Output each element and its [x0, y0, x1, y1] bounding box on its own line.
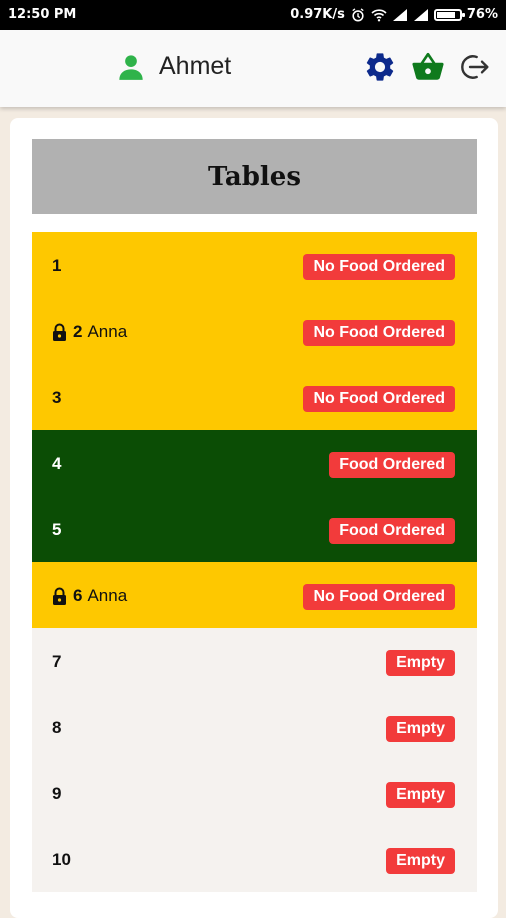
guest-name: Anna [87, 586, 128, 605]
table-label: 8 [52, 718, 61, 738]
table-label: 10 [52, 850, 71, 870]
table-label: 9 [52, 784, 61, 804]
status-bar: 12:50 PM 0.97K/s 76% [0, 0, 506, 30]
table-row[interactable]: 9 Empty [32, 760, 477, 826]
table-row[interactable]: 3 No Food Ordered [32, 364, 477, 430]
table-number: 2 [73, 322, 83, 341]
table-label: 6 Anna [52, 586, 127, 606]
table-label: 2 Anna [52, 322, 127, 342]
lock-icon [53, 587, 66, 605]
table-number: 10 [52, 850, 71, 869]
table-number: 5 [52, 520, 62, 539]
tables-card: Tables 1 No Food Ordered 2 Anna No Food Orde… [10, 118, 498, 918]
table-number: 7 [52, 652, 62, 671]
status-badge: No Food Ordered [303, 320, 455, 346]
app-bar: Ahmet [0, 30, 506, 107]
status-badge: No Food Ordered [303, 584, 455, 610]
status-badge: Empty [386, 782, 455, 808]
wifi-icon [371, 8, 387, 21]
guest-name: Anna [87, 322, 128, 341]
status-badge: Food Ordered [329, 452, 455, 478]
table-row[interactable]: 5 Food Ordered [32, 496, 477, 562]
status-badge: Empty [386, 716, 455, 742]
logout-icon[interactable] [458, 50, 490, 84]
table-row[interactable]: 1 No Food Ordered [32, 232, 477, 298]
network-speed: 0.97K/s [290, 7, 345, 22]
table-number: 8 [52, 718, 62, 737]
table-number: 9 [52, 784, 62, 803]
signal-icon [413, 8, 428, 21]
battery-icon [433, 8, 465, 21]
table-label: 3 [52, 388, 61, 408]
basket-icon[interactable] [411, 50, 445, 84]
table-row[interactable]: 2 Anna No Food Ordered [32, 298, 477, 364]
user-info: Ahmet [117, 52, 231, 81]
table-label: 4 [52, 454, 61, 474]
lock-icon [53, 323, 66, 341]
table-number: 3 [52, 388, 62, 407]
table-label: 1 [52, 256, 61, 276]
status-time: 12:50 PM [8, 7, 77, 22]
table-label: 7 [52, 652, 61, 672]
table-label: 5 [52, 520, 61, 540]
status-badge: Food Ordered [329, 518, 455, 544]
status-badge: No Food Ordered [303, 386, 455, 412]
table-number: 6 [73, 586, 83, 605]
table-list: 1 No Food Ordered 2 Anna No Food Ordered 3 No … [32, 232, 477, 892]
status-badge: Empty [386, 848, 455, 874]
battery-percent: 76% [466, 7, 498, 22]
table-row[interactable]: 4 Food Ordered [32, 430, 477, 496]
table-number: 1 [52, 256, 62, 275]
alarm-icon [352, 7, 364, 21]
table-row[interactable]: 10 Empty [32, 826, 477, 892]
settings-icon[interactable] [363, 50, 397, 84]
table-number: 4 [52, 454, 62, 473]
signal-icon [392, 8, 407, 21]
table-row[interactable]: 6 Anna No Food Ordered [32, 562, 477, 628]
page-title: Tables [32, 139, 477, 214]
status-badge: Empty [386, 650, 455, 676]
table-row[interactable]: 7 Empty [32, 628, 477, 694]
table-row[interactable]: 8 Empty [32, 694, 477, 760]
status-indicators: 0.97K/s 76% [290, 7, 498, 22]
user-name: Ahmet [159, 52, 232, 80]
status-badge: No Food Ordered [303, 254, 455, 280]
user-icon [119, 54, 143, 80]
